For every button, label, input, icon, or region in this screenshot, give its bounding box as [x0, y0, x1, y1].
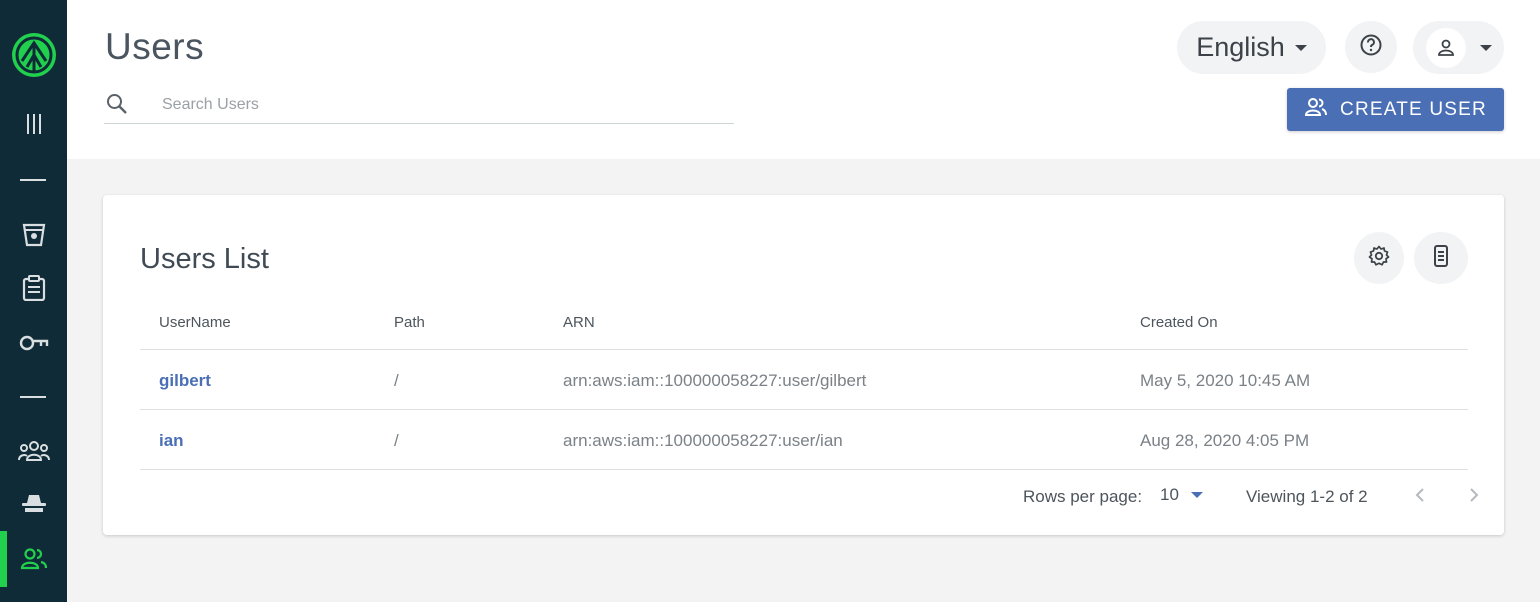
user-menu-button[interactable] [1413, 21, 1504, 74]
avatar [1426, 27, 1466, 68]
previous-page-button[interactable] [1408, 483, 1432, 507]
buckets-icon[interactable] [0, 215, 67, 255]
column-header-created-on[interactable]: Created On [1140, 314, 1218, 331]
username-link[interactable]: ian [159, 431, 184, 451]
groups-icon[interactable] [0, 431, 67, 471]
help-button[interactable] [1345, 21, 1397, 73]
table-row[interactable]: ian / arn:aws:iam::100000058227:user/ian… [140, 410, 1468, 470]
search-icon [106, 93, 128, 115]
arn-cell: arn:aws:iam::100000058227:user/ian [563, 431, 843, 450]
rows-per-page-value: 10 [1160, 485, 1179, 504]
sidebar-divider [20, 396, 46, 398]
table-header: UserName Path ARN Created On [140, 297, 1468, 350]
language-label: English [1196, 32, 1285, 62]
arn-cell: arn:aws:iam::100000058227:user/gilbert [563, 371, 867, 390]
clipboard-icon[interactable] [0, 268, 67, 308]
page-title: Users [105, 26, 205, 67]
key-icon[interactable] [0, 323, 67, 363]
column-header-path[interactable]: Path [394, 314, 425, 331]
create-user-button[interactable]: CREATE USER [1287, 88, 1504, 131]
create-user-label: CREATE USER [1340, 98, 1487, 120]
rows-per-page-label: Rows per page: [1023, 487, 1143, 506]
search-bar [104, 86, 734, 124]
username-link[interactable]: gilbert [159, 371, 211, 391]
search-input[interactable] [162, 94, 722, 116]
logo-icon[interactable] [0, 31, 67, 79]
settings-button[interactable] [1354, 232, 1404, 284]
path-cell: / [394, 431, 399, 450]
users-icon[interactable] [0, 539, 67, 579]
detective-icon[interactable] [0, 484, 67, 524]
next-page-button[interactable] [1462, 483, 1486, 507]
rows-per-page-select[interactable]: 10 [1160, 485, 1203, 505]
column-header-arn[interactable]: ARN [563, 314, 595, 331]
viewing-range: Viewing 1-2 of 2 [1246, 487, 1368, 506]
chevron-down-icon [1480, 44, 1492, 51]
menu-toggle-icon[interactable] [0, 104, 67, 144]
path-cell: / [394, 371, 399, 390]
pagination: Rows per page: 10 Viewing 1-2 of 2 [103, 475, 1504, 515]
users-list-card: Users List UserName Path ARN Created On … [103, 195, 1504, 535]
users-table: UserName Path ARN Created On gilbert / a… [140, 297, 1468, 470]
chevron-down-icon [1190, 492, 1203, 498]
chevron-down-icon [1294, 44, 1307, 51]
columns-button[interactable] [1414, 232, 1468, 284]
sidebar [0, 0, 67, 602]
help-icon [1359, 33, 1383, 62]
chevron-left-icon [1415, 488, 1424, 502]
language-selector[interactable]: English [1177, 21, 1326, 74]
created-on-cell: Aug 28, 2020 4:05 PM [1140, 431, 1310, 450]
sidebar-divider [20, 179, 46, 181]
page-header: Users English CREATE USER [67, 0, 1540, 159]
column-header-username[interactable]: UserName [159, 314, 231, 331]
card-title: Users List [140, 243, 269, 275]
created-on-cell: May 5, 2020 10:45 AM [1140, 371, 1311, 390]
gear-icon [1368, 245, 1390, 272]
chevron-right-icon [1470, 488, 1479, 502]
table-row[interactable]: gilbert / arn:aws:iam::100000058227:user… [140, 350, 1468, 410]
view-column-icon [1433, 244, 1449, 273]
add-users-icon [1304, 97, 1328, 123]
